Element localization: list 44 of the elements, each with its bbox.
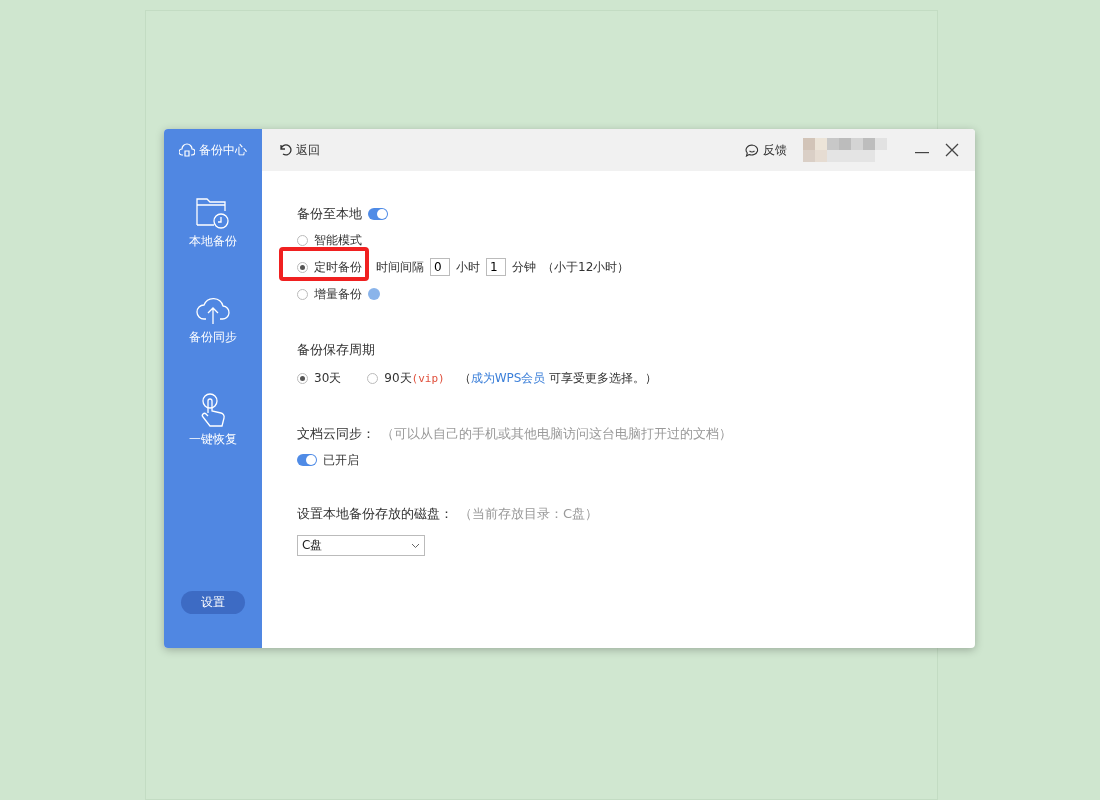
radio-label: 智能模式 — [314, 231, 362, 249]
speech-bubble-icon — [745, 143, 759, 157]
radio-button[interactable] — [367, 372, 379, 384]
cloud-icon — [179, 143, 195, 157]
interval-note: （小于12小时） — [542, 258, 630, 276]
hint-text: （当前存放目录：C盘） — [459, 505, 599, 523]
toggle-switch[interactable] — [368, 208, 388, 220]
section-title: 备份至本地 — [297, 205, 362, 223]
member-link[interactable]: 成为WPS会员 — [470, 370, 546, 385]
radio-button[interactable] — [297, 372, 308, 384]
sidebar-item[interactable]: 本地备份 — [189, 197, 237, 269]
radio-button[interactable] — [297, 261, 308, 273]
radio-label: 90天(vip) — [384, 369, 445, 387]
radio-button[interactable] — [297, 234, 308, 246]
chevron-down-icon — [411, 542, 420, 549]
disk-dropdown[interactable]: C盘 — [297, 535, 425, 556]
app-title: 备份中心 — [199, 141, 247, 159]
unit-label: 小时 — [456, 258, 480, 276]
minimize-icon — [915, 152, 929, 154]
radio-button[interactable] — [297, 288, 308, 300]
close-button[interactable] — [945, 143, 959, 157]
radio-label: 增量备份 — [314, 285, 362, 303]
section-title: 设置本地备份存放的磁盘： — [297, 505, 453, 523]
feedback-button[interactable]: 反馈 — [745, 141, 787, 159]
hours-field[interactable]: 0 — [430, 258, 450, 276]
toggle-switch[interactable] — [297, 454, 317, 466]
section-title: 备份保存周期 — [297, 341, 375, 359]
unit-label: 分钟 — [512, 258, 536, 276]
hint-text: （可以从自己的手机或其他电脑访问这台电脑打开过的文档） — [381, 425, 732, 443]
sidebar-item[interactable]: 一键恢复 — [189, 393, 237, 465]
cloud-upload-icon — [196, 295, 230, 325]
radio-label: 定时备份 — [314, 258, 362, 276]
note-text: （成为WPS会员 可享受更多选择。） — [458, 369, 658, 387]
status-text: 已开启 — [323, 451, 359, 469]
radio-label: 30天 — [314, 369, 342, 387]
sidebar-item[interactable]: 备份同步 — [189, 295, 237, 367]
section-title: 文档云同步： — [297, 425, 375, 443]
back-button[interactable]: 返回 — [278, 141, 320, 159]
undo-arrow-icon — [278, 144, 292, 156]
minutes-field[interactable]: 1 — [486, 258, 506, 276]
folder-clock-icon — [196, 197, 230, 229]
close-icon — [945, 143, 959, 157]
settings-button[interactable]: 设置 — [181, 591, 245, 614]
interval-label: 时间间隔 — [376, 258, 424, 276]
